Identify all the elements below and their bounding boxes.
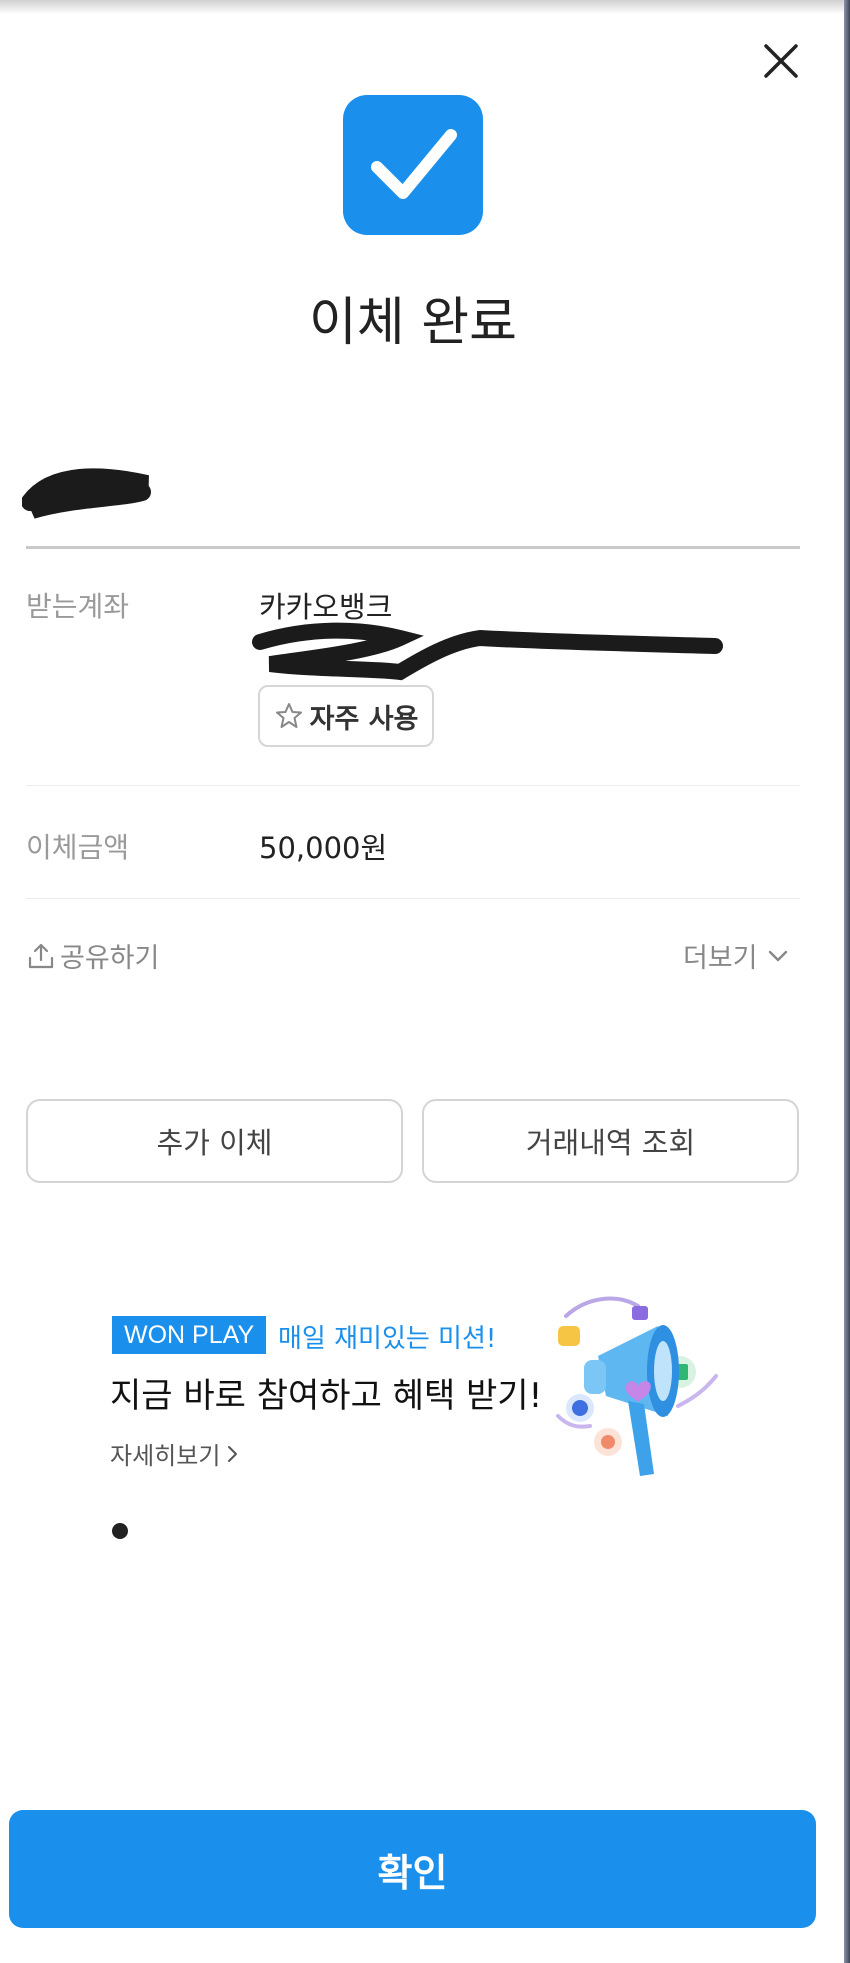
- redaction-mark: [22, 468, 151, 519]
- row-divider: [26, 898, 800, 899]
- favorite-button[interactable]: 자주 사용: [258, 685, 434, 747]
- check-icon: [371, 129, 457, 199]
- more-label: 더보기: [683, 943, 758, 974]
- close-icon: [764, 44, 798, 78]
- page-title: 이체 완료: [309, 293, 517, 353]
- transaction-history-button[interactable]: 거래내역 조회: [422, 1099, 799, 1183]
- more-link[interactable]: 더보기: [683, 936, 790, 975]
- banner-title: 지금 바로 참여하고 혜택 받기!: [110, 1376, 543, 1416]
- row-divider: [26, 785, 800, 786]
- amount-value: 50,000원: [259, 831, 388, 865]
- carousel-indicator[interactable]: [112, 1523, 128, 1539]
- additional-transfer-button[interactable]: 추가 이체: [26, 1099, 403, 1183]
- banner-subtitle: 매일 재미있는 미션!: [278, 1324, 497, 1354]
- star-icon: [275, 703, 302, 728]
- account-label: 받는계좌: [26, 590, 130, 623]
- favorite-label: 자주 사용: [309, 703, 419, 735]
- success-badge: [343, 95, 483, 235]
- share-label: 공유하기: [60, 943, 160, 974]
- banner-detail-label: 자세히보기: [110, 1442, 221, 1470]
- share-link[interactable]: 공유하기: [26, 936, 159, 975]
- chevron-right-icon: [228, 1445, 238, 1462]
- banner-detail-link[interactable]: 자세히보기: [110, 1436, 242, 1471]
- won-play-banner[interactable]: WON PLAY 매일 재미있는 미션! 지금 바로 참여하고 혜택 받기! 자…: [110, 1280, 740, 1500]
- confirm-button[interactable]: 확인: [9, 1810, 816, 1928]
- share-icon: [28, 943, 54, 968]
- amount-label: 이체금액: [26, 831, 130, 864]
- screen-edge: [844, 0, 850, 1963]
- won-play-tag: WON PLAY: [112, 1316, 267, 1354]
- section-divider: [26, 546, 800, 549]
- redaction-mark: [252, 622, 723, 681]
- close-button[interactable]: [760, 40, 802, 82]
- megaphone-illustration: [556, 1296, 718, 1476]
- top-shade: [0, 0, 850, 14]
- chevron-down-icon: [768, 950, 787, 961]
